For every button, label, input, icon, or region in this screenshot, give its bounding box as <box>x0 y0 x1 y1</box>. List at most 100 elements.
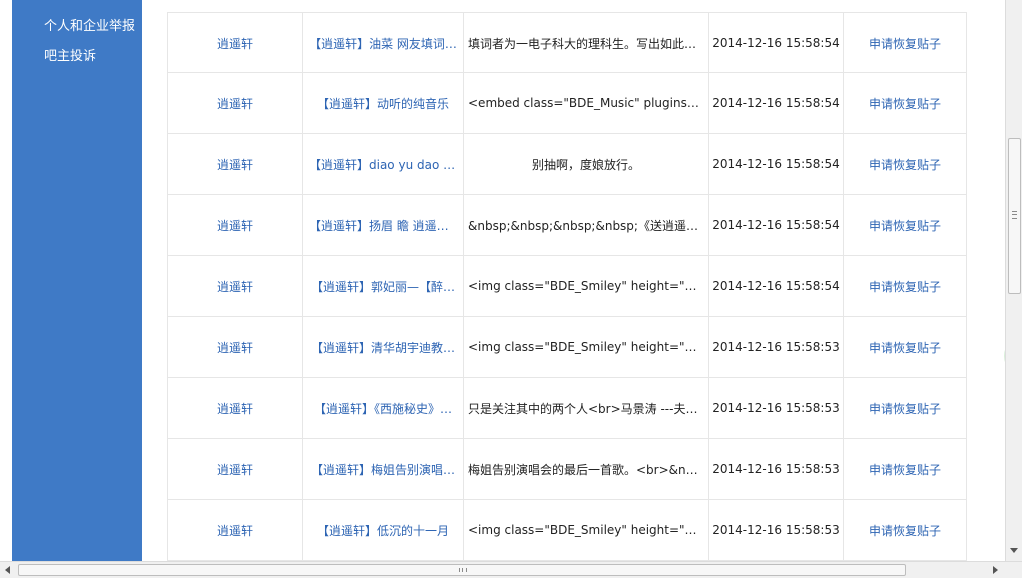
author-cell: 逍遥轩 <box>167 500 302 560</box>
post-title-link[interactable]: 【逍遥轩】清华胡宇迪教… <box>311 339 455 356</box>
post-title-link[interactable]: 【逍遥轩】动听的纯音乐 <box>317 95 449 112</box>
table-row: 逍遥轩 【逍遥轩】动听的纯音乐 <embed class="BDE_Music"… <box>167 73 967 134</box>
sidebar-item-complaint[interactable]: 吧主投诉 <box>44 45 96 64</box>
post-content: 只是关注其中的两个人<br>马景涛 ---夫差… <box>468 401 704 416</box>
post-title-link[interactable]: 【逍遥轩】梅姐告别演唱… <box>311 461 455 478</box>
table-row: 逍遥轩 【逍遥轩】低沉的十一月 <img class="BDE_Smiley" … <box>167 500 967 561</box>
scroll-left-arrow-icon[interactable] <box>5 566 10 574</box>
author-link[interactable]: 逍遥轩 <box>217 339 253 356</box>
restore-post-link[interactable]: 申请恢复贴子 <box>869 339 941 356</box>
content-cell: <img class="BDE_Smiley" height="40" sr… <box>463 317 708 377</box>
action-cell: 申请恢复贴子 <box>843 439 967 499</box>
time-cell: 2014-12-16 15:58:54 <box>708 134 843 194</box>
content-cell: 别抽啊，度娘放行。 <box>463 134 708 194</box>
vertical-scroll-thumb[interactable] <box>1008 138 1021 294</box>
author-cell: 逍遥轩 <box>167 134 302 194</box>
delete-time: 2014-12-16 15:58:54 <box>712 157 840 171</box>
author-link[interactable]: 逍遥轩 <box>217 217 253 234</box>
post-title-link[interactable]: 【逍遥轩】低沉的十一月 <box>317 522 449 539</box>
delete-time: 2014-12-16 15:58:53 <box>712 462 840 476</box>
page: 个人和企业举报 吧主投诉 逍遥轩 【逍遥轩】油菜 网友填词… 填词者为一电子科大… <box>0 0 1022 578</box>
restore-post-link[interactable]: 申请恢复贴子 <box>869 278 941 295</box>
scroll-down-arrow-icon[interactable] <box>1010 548 1018 553</box>
vertical-scrollbar[interactable] <box>1005 0 1022 561</box>
sidebar-item-report[interactable]: 个人和企业举报 <box>44 15 135 34</box>
restore-post-link[interactable]: 申请恢复贴子 <box>869 95 941 112</box>
post-title-link[interactable]: 【逍遥轩】油菜 网友填词… <box>309 35 457 52</box>
delete-time: 2014-12-16 15:58:54 <box>712 218 840 232</box>
grip-icon <box>459 568 467 572</box>
post-title-link[interactable]: 【逍遥轩】扬眉 瞻 逍遥轩… <box>309 217 457 234</box>
title-cell: 【逍遥轩】郭妃丽—【醉… <box>302 256 463 316</box>
content-cell: <img class="BDE_Smiley" height="40" sr… <box>463 500 708 560</box>
restore-post-link[interactable]: 申请恢复贴子 <box>869 156 941 173</box>
title-cell: 【逍遥轩】梅姐告别演唱… <box>302 439 463 499</box>
table-row: 逍遥轩 【逍遥轩】梅姐告别演唱… 梅姐告别演唱会的最后一首歌。<br>&nbs…… <box>167 439 967 500</box>
action-cell: 申请恢复贴子 <box>843 13 967 73</box>
table-row: 逍遥轩 【逍遥轩】《西施秘史》… 只是关注其中的两个人<br>马景涛 ---夫差… <box>167 378 967 439</box>
content-cell: 只是关注其中的两个人<br>马景涛 ---夫差… <box>463 378 708 438</box>
post-content: <img class="BDE_Smiley" height="40" sr… <box>468 340 704 354</box>
content-cell: <img class="BDE_Smiley" height="40" sr… <box>463 256 708 316</box>
action-cell: 申请恢复贴子 <box>843 500 967 560</box>
author-link[interactable]: 逍遥轩 <box>217 156 253 173</box>
table-row: 逍遥轩 【逍遥轩】清华胡宇迪教… <img class="BDE_Smiley"… <box>167 317 967 378</box>
restore-post-link[interactable]: 申请恢复贴子 <box>869 400 941 417</box>
time-cell: 2014-12-16 15:58:54 <box>708 73 843 133</box>
action-cell: 申请恢复贴子 <box>843 256 967 316</box>
post-content: <img class="BDE_Smiley" height="40" sr… <box>468 523 704 537</box>
sidebar: 个人和企业举报 吧主投诉 <box>12 0 142 561</box>
time-cell: 2014-12-16 15:58:54 <box>708 13 843 73</box>
author-link[interactable]: 逍遥轩 <box>217 35 253 52</box>
deleted-posts-table: 逍遥轩 【逍遥轩】油菜 网友填词… 填词者为一电子科大的理科生。写出如此… 20… <box>167 12 967 561</box>
author-link[interactable]: 逍遥轩 <box>217 461 253 478</box>
action-cell: 申请恢复贴子 <box>843 73 967 133</box>
delete-time: 2014-12-16 15:58:54 <box>712 279 840 293</box>
delete-time: 2014-12-16 15:58:54 <box>712 96 840 110</box>
post-content: 梅姐告别演唱会的最后一首歌。<br>&nbs… <box>468 462 704 477</box>
table-row: 逍遥轩 【逍遥轩】油菜 网友填词… 填词者为一电子科大的理科生。写出如此… 20… <box>167 12 967 73</box>
author-link[interactable]: 逍遥轩 <box>217 522 253 539</box>
table-row: 逍遥轩 【逍遥轩】扬眉 瞻 逍遥轩… &nbsp;&nbsp;&nbsp;&nb… <box>167 195 967 256</box>
post-content: 填词者为一电子科大的理科生。写出如此… <box>468 36 697 51</box>
title-cell: 【逍遥轩】扬眉 瞻 逍遥轩… <box>302 195 463 255</box>
horizontal-scrollbar[interactable] <box>0 561 1022 578</box>
time-cell: 2014-12-16 15:58:53 <box>708 500 843 560</box>
post-title-link[interactable]: 【逍遥轩】郭妃丽—【醉… <box>311 278 455 295</box>
author-link[interactable]: 逍遥轩 <box>217 400 253 417</box>
delete-time: 2014-12-16 15:58:53 <box>712 523 840 537</box>
post-title-link[interactable]: 【逍遥轩】《西施秘史》… <box>314 400 452 417</box>
title-cell: 【逍遥轩】动听的纯音乐 <box>302 73 463 133</box>
author-link[interactable]: 逍遥轩 <box>217 278 253 295</box>
restore-post-link[interactable]: 申请恢复贴子 <box>869 217 941 234</box>
title-cell: 【逍遥轩】清华胡宇迪教… <box>302 317 463 377</box>
time-cell: 2014-12-16 15:58:53 <box>708 378 843 438</box>
content-cell: &nbsp;&nbsp;&nbsp;&nbsp;《送逍遥轩… <box>463 195 708 255</box>
post-content: &nbsp;&nbsp;&nbsp;&nbsp;《送逍遥轩… <box>468 218 704 233</box>
author-cell: 逍遥轩 <box>167 195 302 255</box>
content-cell: 填词者为一电子科大的理科生。写出如此… <box>463 13 708 73</box>
title-cell: 【逍遥轩】《西施秘史》… <box>302 378 463 438</box>
author-cell: 逍遥轩 <box>167 317 302 377</box>
author-cell: 逍遥轩 <box>167 13 302 73</box>
delete-time: 2014-12-16 15:58:53 <box>712 340 840 354</box>
title-cell: 【逍遥轩】diao yu dao 事… <box>302 134 463 194</box>
delete-time: 2014-12-16 15:58:54 <box>712 36 840 50</box>
content-cell: <embed class="BDE_Music" pluginspag… <box>463 73 708 133</box>
post-title-link[interactable]: 【逍遥轩】diao yu dao 事… <box>309 156 457 173</box>
time-cell: 2014-12-16 15:58:54 <box>708 195 843 255</box>
time-cell: 2014-12-16 15:58:53 <box>708 317 843 377</box>
author-cell: 逍遥轩 <box>167 256 302 316</box>
author-link[interactable]: 逍遥轩 <box>217 95 253 112</box>
scroll-right-arrow-icon[interactable] <box>993 566 998 574</box>
grip-icon <box>1012 211 1017 219</box>
author-cell: 逍遥轩 <box>167 73 302 133</box>
title-cell: 【逍遥轩】油菜 网友填词… <box>302 13 463 73</box>
restore-post-link[interactable]: 申请恢复贴子 <box>869 522 941 539</box>
restore-post-link[interactable]: 申请恢复贴子 <box>869 461 941 478</box>
restore-post-link[interactable]: 申请恢复贴子 <box>869 35 941 52</box>
title-cell: 【逍遥轩】低沉的十一月 <box>302 500 463 560</box>
action-cell: 申请恢复贴子 <box>843 195 967 255</box>
horizontal-scroll-thumb[interactable] <box>18 564 906 576</box>
author-cell: 逍遥轩 <box>167 439 302 499</box>
